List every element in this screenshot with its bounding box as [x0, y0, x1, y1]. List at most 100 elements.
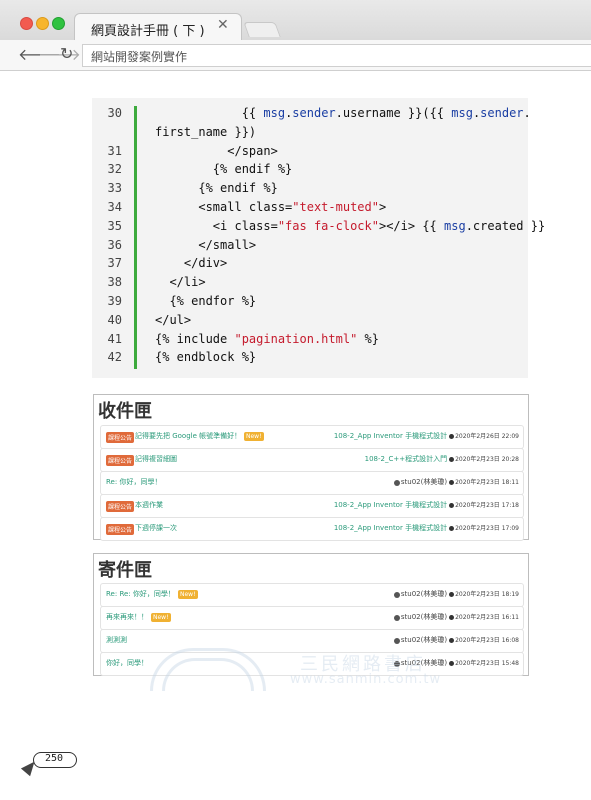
page-number: 250 — [45, 753, 64, 764]
line-number: 42 — [107, 350, 122, 365]
code-token: </div> — [155, 256, 228, 271]
code-line: <small class="text-muted"> — [155, 200, 386, 214]
line-number: 40 — [107, 312, 122, 327]
sender-link[interactable]: 108-2_App Inventor 手機程式設計 — [334, 501, 447, 509]
message-row[interactable]: Re: Re: 你好，同學！ New! stu02(林美瓊) 2020年2月23日 1… — [100, 583, 524, 607]
code-token: %} — [357, 331, 379, 346]
message-subject-link[interactable]: 下週停課一次 — [135, 523, 177, 533]
new-tab-button[interactable] — [243, 22, 281, 37]
message-time: 2020年2月23日 17:09 — [455, 525, 519, 532]
clock-icon — [449, 503, 455, 508]
message-subject-link[interactable]: 測測測 — [106, 635, 127, 645]
sender-link[interactable]: 108-2_App Inventor 手機程式設計 — [334, 432, 447, 440]
close-tab-icon[interactable]: ✕ — [217, 17, 229, 33]
code-line: {{ msg.sender.username }}({{ msg.sender. — [155, 106, 531, 120]
message-meta: stu02(林美瓊) 2020年2月23日 18:19 — [393, 589, 519, 599]
inbox-title: 收件匣 — [98, 401, 152, 422]
new-badge: New! — [178, 590, 198, 599]
category-badge: 課程公告 — [106, 432, 135, 443]
category-badge: 課程公告 — [106, 524, 135, 535]
reload-icon[interactable]: ↻ — [60, 44, 73, 63]
page-number-badge: 250 — [33, 752, 77, 768]
code-token: "pagination.html" — [234, 331, 358, 346]
code-line: </div> — [155, 256, 227, 270]
category-badge: 課程公告 — [106, 501, 135, 512]
message-meta: 108-2_App Inventor 手機程式設計 2020年2月26日 22:0… — [334, 431, 519, 441]
code-gutter-bar — [134, 106, 137, 369]
clock-icon — [449, 592, 455, 597]
code-token: {% endif %} — [155, 162, 293, 177]
line-number: 38 — [107, 275, 122, 290]
line-number: 32 — [107, 162, 122, 177]
message-subject-link[interactable]: 本週作業 — [135, 500, 163, 510]
line-number: 35 — [107, 218, 122, 233]
code-block: 30 {{ msg.sender.username }}({{ msg.send… — [92, 98, 545, 378]
code-token: "text-muted" — [292, 200, 379, 214]
code-token: <i class= — [155, 218, 278, 233]
code-token: <small class= — [155, 200, 293, 214]
code-line: </span> — [155, 144, 278, 158]
code-token: {{ — [155, 106, 264, 120]
code-line: </small> — [155, 238, 256, 252]
code-token: {% endif %} — [155, 181, 278, 196]
message-row[interactable]: 課程公告 記得要先把 Google 帳號準備好！ New! 108-2_App Inv… — [100, 425, 524, 449]
close-window-icon[interactable] — [20, 17, 33, 30]
code-token: msg — [451, 106, 473, 120]
code-token: . — [523, 106, 531, 120]
message-row[interactable]: 課程公告 本週作業 108-2_App Inventor 手機程式設計 2020年2月… — [100, 494, 524, 518]
message-time: 2020年2月23日 17:18 — [455, 502, 519, 509]
browser-tab[interactable]: 網頁設計手冊 ( 下 ) ✕ — [74, 13, 242, 42]
code-line: {% endif %} — [155, 181, 278, 196]
code-line: {% endblock %} — [155, 350, 256, 364]
message-subject-link[interactable]: 記得要先把 Google 帳號準備好！ — [135, 431, 241, 441]
clock-icon — [449, 457, 455, 462]
message-row[interactable]: 課程公告 記得複習細圖 108-2_C++程式設計入門 2020年2月23日 20:2… — [100, 448, 524, 472]
address-bar[interactable]: 網站開發案例實作 — [82, 44, 591, 67]
message-row[interactable]: Re: 你好，同學！ stu02(林美瓊) 2020年2月23日 18:11 — [100, 471, 524, 495]
clock-icon — [449, 526, 455, 531]
line-number: 30 — [107, 106, 122, 120]
sender-link[interactable]: 108-2_C++程式設計入門 — [365, 455, 447, 463]
code-token: </li> — [155, 275, 206, 290]
code-line: </li> — [155, 275, 206, 290]
sent-title: 寄件匣 — [98, 560, 152, 581]
code-token: </span> — [155, 143, 278, 158]
code-token: sender — [292, 106, 336, 120]
new-badge: New! — [151, 613, 171, 622]
code-line: <i class="fas fa-clock"></i> {{ msg.crea… — [155, 219, 545, 233]
message-subject-link[interactable]: 記得複習細圖 — [135, 454, 177, 464]
sender-link[interactable]: 108-2_App Inventor 手機程式設計 — [334, 524, 447, 532]
message-row[interactable]: 課程公告 下週停課一次 108-2_App Inventor 手機程式設計 2020年… — [100, 517, 524, 541]
clock-icon — [449, 434, 455, 439]
message-time: 2020年2月26日 22:09 — [455, 433, 519, 440]
code-token: {% include — [155, 331, 235, 346]
minimize-window-icon[interactable] — [36, 17, 49, 30]
sender-link[interactable]: stu02(林美瓊) — [401, 613, 447, 621]
message-subject-link[interactable]: Re: 你好，同學！ — [106, 477, 161, 487]
message-meta: stu02(林美瓊) 2020年2月23日 18:11 — [393, 477, 519, 487]
message-row[interactable]: 再來再來！！ New! stu02(林美瓊) 2020年2月23日 16:11 — [100, 606, 524, 630]
code-line: first_name }}) — [155, 125, 256, 139]
message-subject-link[interactable]: Re: Re: 你好，同學！ — [106, 589, 175, 599]
sender-link[interactable]: stu02(林美瓊) — [401, 478, 447, 486]
message-subject-link[interactable]: 再來再來！！ — [106, 612, 148, 622]
message-time: 2020年2月23日 16:11 — [455, 614, 519, 621]
code-token: sender — [480, 106, 524, 120]
line-number: 34 — [107, 200, 122, 214]
maximize-window-icon[interactable] — [52, 17, 65, 30]
code-line: </ul> — [155, 313, 191, 327]
code-token: "fas fa-clock" — [277, 218, 379, 233]
line-number: 37 — [107, 256, 122, 271]
browser-titlebar: 網頁設計手冊 ( 下 ) ✕ — [0, 0, 591, 42]
user-icon — [393, 614, 400, 621]
message-subject-link[interactable]: 你好，同學！ — [106, 658, 148, 668]
code-token: first_name }}) — [155, 124, 257, 139]
clock-icon — [449, 615, 455, 620]
code-line: {% include "pagination.html" %} — [155, 332, 379, 346]
code-token: .created }} — [465, 218, 546, 233]
code-line: {% endif %} — [155, 162, 292, 176]
sender-link[interactable]: stu02(林美瓊) — [401, 590, 447, 598]
message-meta: stu02(林美瓊) 2020年2月23日 16:11 — [393, 612, 519, 622]
code-token: {% endblock %} — [155, 350, 257, 365]
user-icon — [393, 591, 400, 598]
